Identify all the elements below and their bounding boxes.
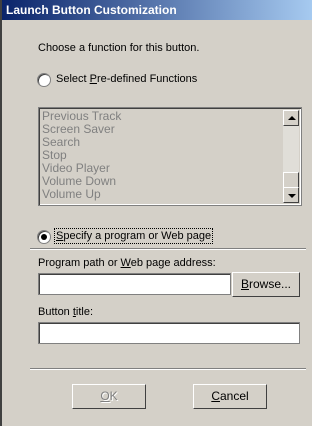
down-arrow-icon [288, 194, 296, 198]
specify-program-radio[interactable] [37, 230, 51, 244]
list-item[interactable]: Previous Track [42, 109, 121, 123]
radio-selected-dot [41, 234, 47, 240]
separator [30, 248, 306, 250]
scroll-up-button[interactable] [283, 110, 299, 126]
predefined-functions-listbox[interactable]: Previous Track Screen Saver Search Stop … [38, 107, 302, 206]
window-title: Launch Button Customization [6, 3, 177, 17]
list-scrollbar[interactable] [283, 110, 299, 203]
list-item[interactable]: Stop [42, 148, 67, 162]
browse-button[interactable]: Browse... [232, 272, 300, 297]
dialog-window: Launch Button Customization Choose a fun… [0, 0, 314, 426]
program-path-input[interactable] [38, 273, 231, 295]
scroll-thumb[interactable] [283, 172, 299, 188]
cancel-button[interactable]: Cancel [193, 384, 267, 409]
list-item[interactable]: Volume Down [42, 174, 116, 188]
window-right-border [312, 0, 314, 426]
list-item[interactable]: Screen Saver [42, 122, 115, 136]
list-item[interactable]: Video Player [42, 161, 110, 175]
title-bar[interactable]: Launch Button Customization [2, 0, 312, 20]
predefined-functions-radio[interactable] [37, 73, 51, 87]
separator [30, 368, 306, 370]
button-title-input[interactable] [38, 322, 300, 344]
specify-program-label[interactable]: Specify a program or Web page [53, 228, 214, 244]
list-item[interactable]: Volume Up [42, 187, 101, 201]
predefined-functions-label[interactable]: Select Pre-defined Functions [56, 73, 197, 85]
scroll-down-button[interactable] [283, 187, 299, 203]
button-title-label: Button title: [38, 306, 94, 318]
up-arrow-icon [288, 116, 296, 120]
list-item[interactable]: Search [42, 135, 80, 149]
ok-button[interactable]: OK [72, 384, 146, 409]
program-path-label: Program path or Web page address: [38, 257, 216, 269]
instruction-text: Choose a function for this button. [38, 42, 200, 54]
